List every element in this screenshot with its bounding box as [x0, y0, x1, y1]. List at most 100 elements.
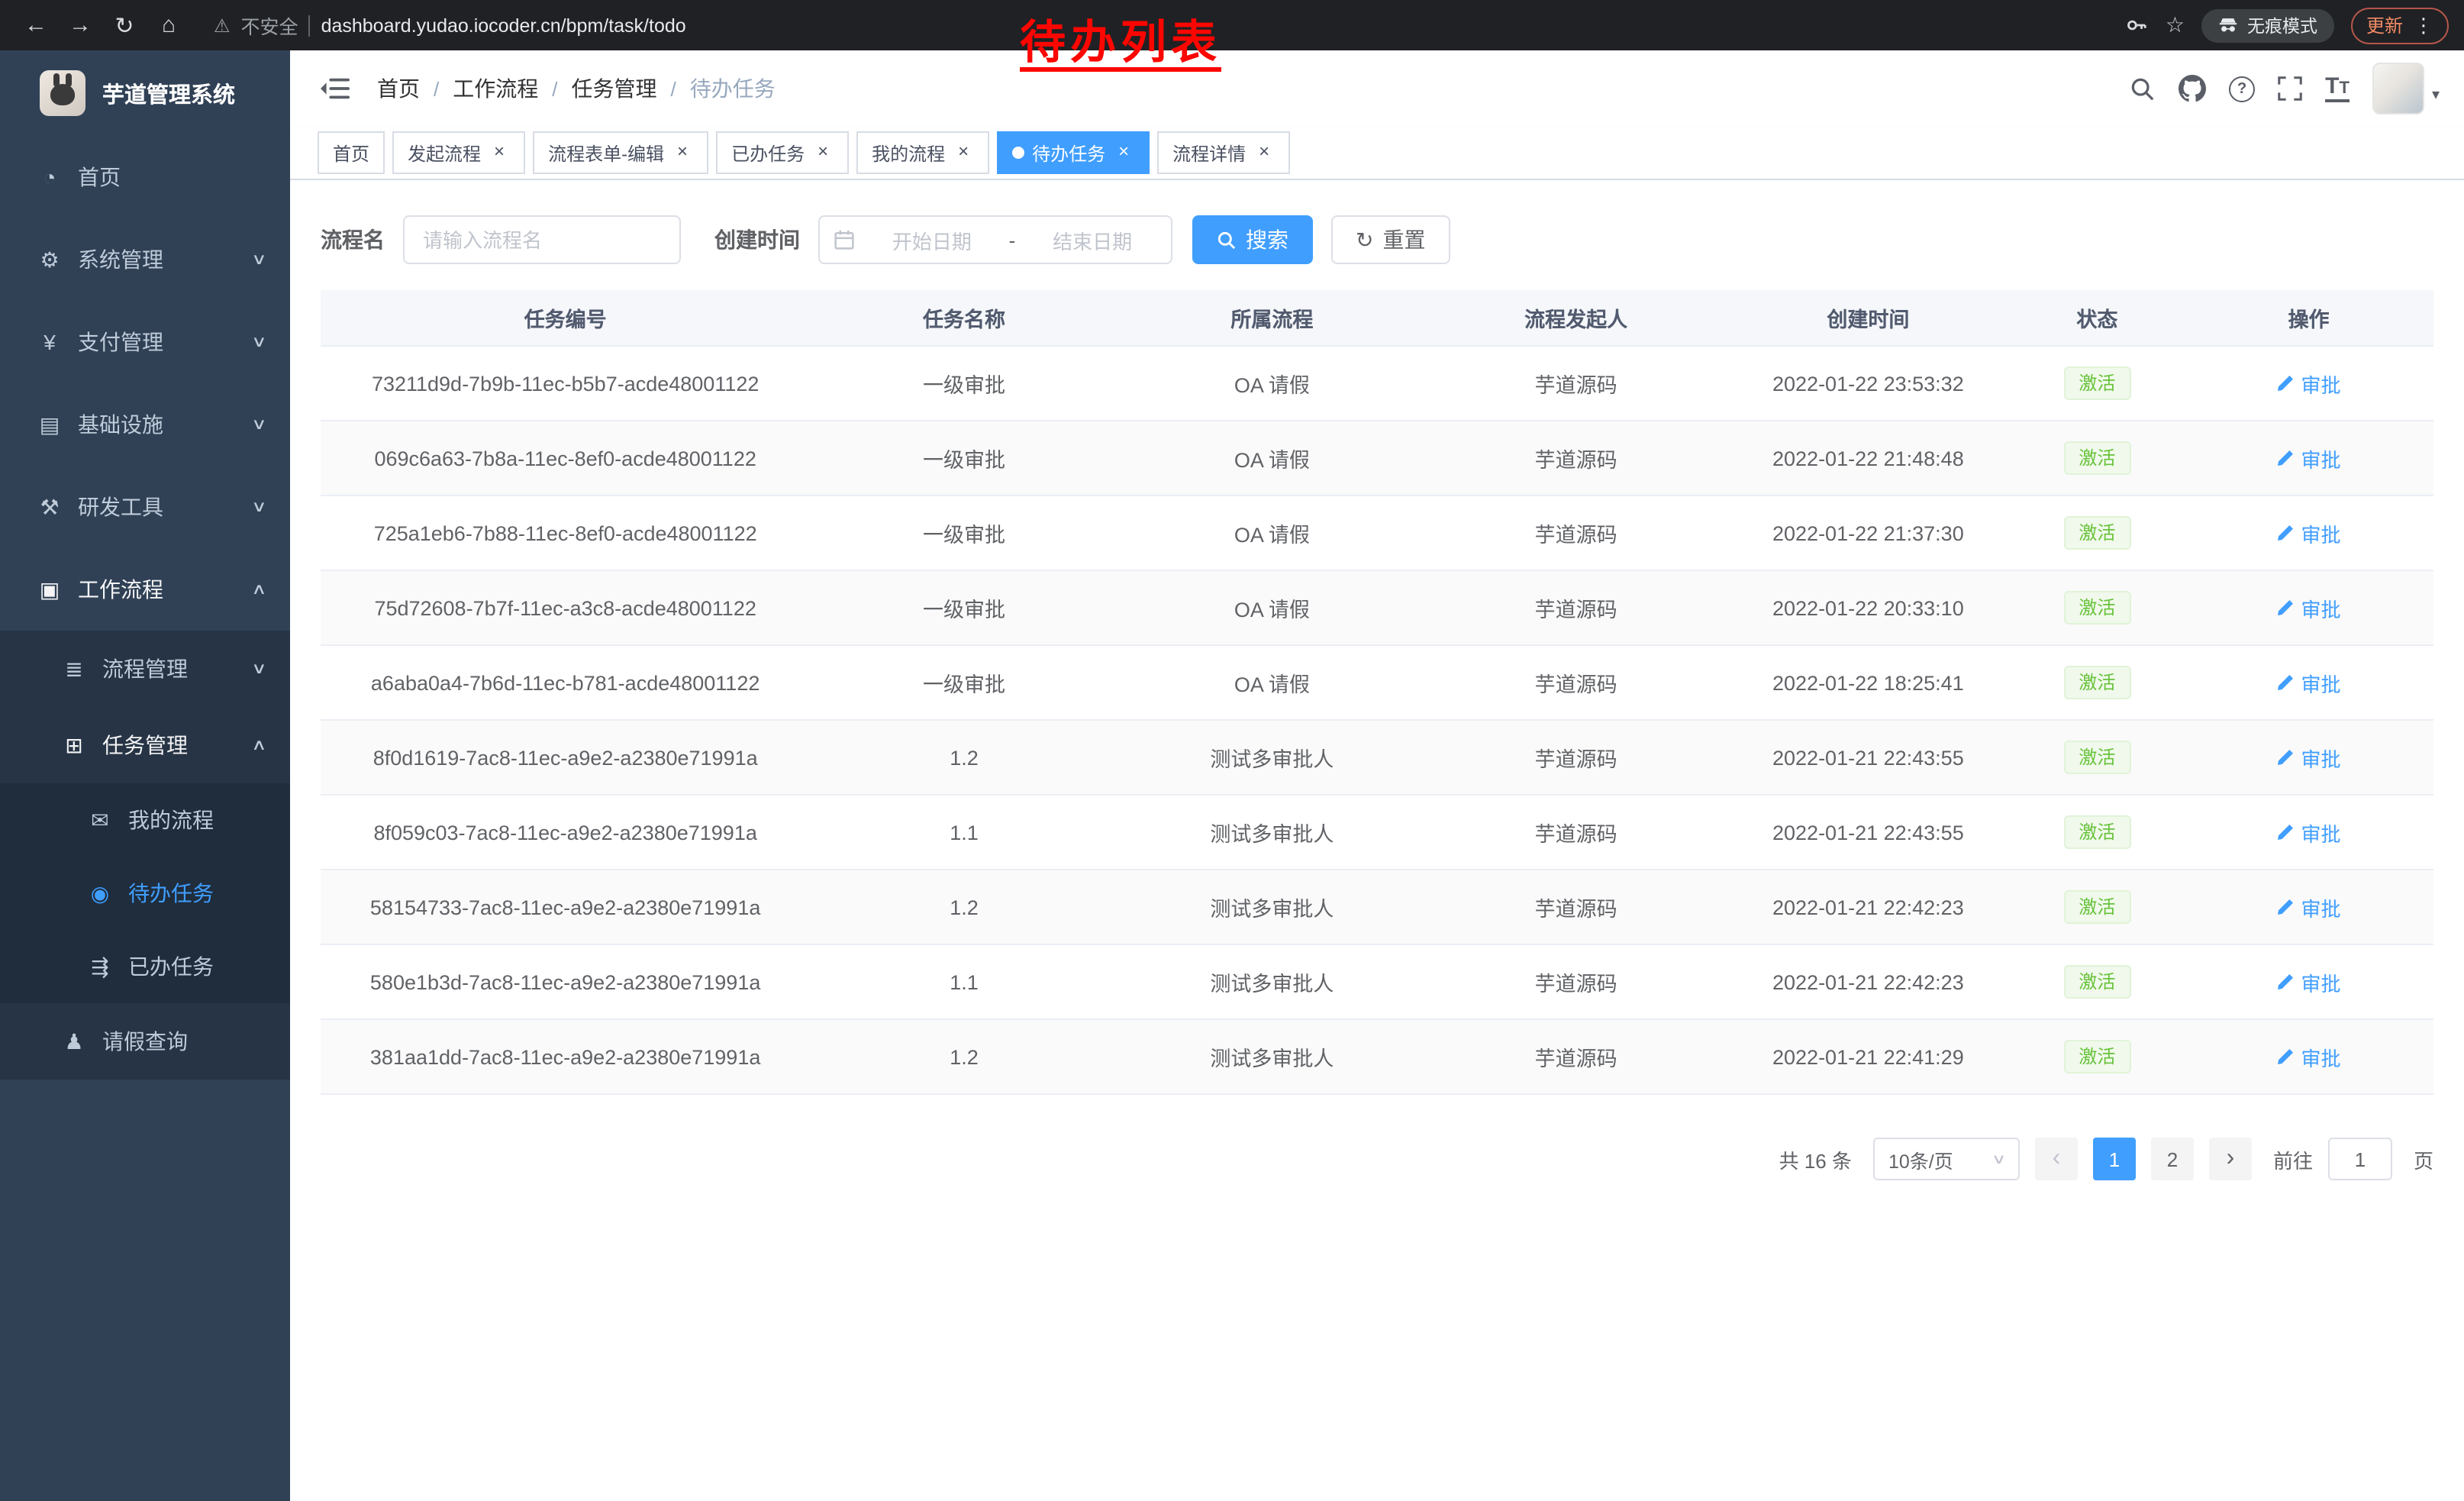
tab-0[interactable]: 首页 — [318, 131, 385, 174]
cell-task-name: 1.2 — [810, 870, 1118, 944]
approve-link[interactable]: 审批 — [2277, 444, 2341, 473]
approve-link[interactable]: 审批 — [2277, 893, 2341, 922]
sidebar-item-3[interactable]: ▤基础设施∨ — [0, 383, 290, 466]
user-menu[interactable]: ▾ — [2372, 63, 2440, 115]
incognito-label: 无痕模式 — [2247, 13, 2317, 37]
close-icon[interactable]: × — [812, 142, 834, 163]
breadcrumb-item-1[interactable]: 工作流程 — [453, 73, 538, 104]
help-icon[interactable]: ? — [2229, 76, 2255, 102]
breadcrumb-item-0[interactable]: 首页 — [377, 73, 420, 104]
sidebar-logo-row[interactable]: 芋道管理系统 — [0, 50, 290, 136]
tab-3[interactable]: 已办任务× — [716, 131, 849, 174]
refresh-icon: ↻ — [1356, 229, 1373, 250]
chevron-down-icon: ∨ — [250, 660, 266, 677]
sidebar-item-7[interactable]: ⊞任务管理∧ — [0, 707, 290, 783]
page-size-select[interactable]: 10条/页 ∨ — [1873, 1138, 2020, 1180]
approve-link[interactable]: 审批 — [2277, 967, 2341, 996]
cell-action: 审批 — [2184, 870, 2433, 944]
cell-status: 激活 — [2011, 346, 2185, 421]
cell-status: 激活 — [2011, 795, 2185, 870]
sidebar-item-label: 请假查询 — [102, 1026, 188, 1057]
approve-link[interactable]: 审批 — [2277, 369, 2341, 398]
workflow-icon: ▣ — [37, 576, 63, 602]
breadcrumb-item-2[interactable]: 任务管理 — [572, 73, 657, 104]
search-icon[interactable] — [2130, 76, 2156, 102]
sidebar-item-8[interactable]: ✉ 我的流程 — [0, 783, 290, 857]
cell-create-time: 2022-01-21 22:42:23 — [1726, 870, 2010, 944]
cell-process: OA 请假 — [1118, 421, 1426, 495]
chat-icon: ✉ — [87, 807, 113, 833]
approve-label: 审批 — [2301, 668, 2341, 697]
reload-icon[interactable]: ↻ — [104, 5, 145, 46]
process-name-input[interactable] — [403, 215, 681, 264]
close-icon[interactable]: × — [1113, 142, 1134, 163]
back-icon[interactable]: ← — [15, 5, 56, 46]
cell-task-name: 一级审批 — [810, 495, 1118, 570]
sidebar-item-9[interactable]: ◉待办任务 — [0, 857, 290, 930]
sidebar-collapse-button[interactable] — [314, 76, 356, 101]
approve-link[interactable]: 审批 — [2277, 743, 2341, 772]
tab-5[interactable]: 待办任务× — [997, 131, 1150, 174]
sidebar-item-2[interactable]: ¥支付管理∨ — [0, 301, 290, 383]
close-icon[interactable]: × — [1253, 142, 1275, 163]
close-icon[interactable]: × — [672, 142, 693, 163]
font-size-icon[interactable]: TT — [2325, 75, 2350, 102]
avatar[interactable] — [2372, 63, 2424, 115]
reset-button[interactable]: ↻ 重置 — [1331, 215, 1450, 264]
sidebar-item-0[interactable]: ◔首页 — [0, 136, 290, 218]
cell-starter: 芋道源码 — [1426, 944, 1726, 1019]
menu-dots-icon[interactable]: ⋮ — [2414, 13, 2433, 37]
sidebar-item-5[interactable]: ▣工作流程∧ — [0, 548, 290, 631]
sidebar-item-1[interactable]: ⚙系统管理∨ — [0, 218, 290, 301]
start-date-placeholder: 开始日期 — [867, 225, 997, 254]
sidebar-item-label: 我的流程 — [128, 805, 214, 835]
page-content: 流程名 创建时间 开始日期 - 结束日期 — [290, 180, 2464, 1501]
tab-1[interactable]: 发起流程× — [392, 131, 525, 174]
column-header-6: 操作 — [2184, 290, 2433, 346]
tab-2[interactable]: 流程表单-编辑× — [533, 131, 708, 174]
cell-starter: 芋道源码 — [1426, 720, 1726, 795]
approve-link[interactable]: 审批 — [2277, 668, 2341, 697]
forward-icon[interactable]: → — [60, 5, 101, 46]
eye-icon: ◉ — [87, 880, 113, 906]
sidebar-item-10[interactable]: ⇶已办任务 — [0, 930, 290, 1003]
close-icon[interactable]: × — [489, 142, 510, 163]
breadcrumb-separator: / — [552, 77, 557, 100]
bookmark-star-icon[interactable]: ☆ — [2166, 12, 2185, 38]
status-badge: 激活 — [2063, 591, 2130, 625]
search-button[interactable]: 搜索 — [1192, 215, 1313, 264]
page-size-value: 10条/页 — [1888, 1144, 1953, 1173]
close-icon[interactable]: × — [953, 142, 974, 163]
next-page-button[interactable]: › — [2209, 1138, 2252, 1180]
approve-link[interactable]: 审批 — [2277, 1042, 2341, 1071]
approve-link[interactable]: 审批 — [2277, 518, 2341, 547]
approve-link[interactable]: 审批 — [2277, 818, 2341, 847]
page-button-2[interactable]: 2 — [2151, 1138, 2194, 1180]
breadcrumb-separator: / — [671, 77, 676, 100]
update-button[interactable]: 更新 ⋮ — [2351, 7, 2449, 44]
home-icon[interactable]: ⌂ — [148, 5, 189, 46]
cell-action: 审批 — [2184, 720, 2433, 795]
cell-process: OA 请假 — [1118, 346, 1426, 421]
sidebar-item-11[interactable]: ♟ 请假查询 — [0, 1003, 290, 1080]
table-row: 8f059c03-7ac8-11ec-a9e2-a2380e71991a1.1测… — [321, 795, 2433, 870]
github-icon[interactable] — [2179, 75, 2206, 102]
approve-link[interactable]: 审批 — [2277, 593, 2341, 622]
sidebar-item-label: 基础设施 — [78, 409, 163, 440]
person-icon: ♟ — [61, 1028, 87, 1054]
date-range-picker[interactable]: 开始日期 - 结束日期 — [818, 215, 1172, 264]
address-bar[interactable]: ⚠ 不安全 dashboard.yudao.iocoder.cn/bpm/tas… — [214, 11, 686, 40]
chevron-down-icon: ∨ — [1992, 1151, 2007, 1167]
tab-4[interactable]: 我的流程× — [856, 131, 989, 174]
sidebar-item-6[interactable]: ≣流程管理∨ — [0, 631, 290, 707]
fullscreen-icon[interactable] — [2278, 76, 2302, 101]
page-button-1[interactable]: 1 — [2093, 1138, 2136, 1180]
prev-page-button[interactable]: ‹ — [2035, 1138, 2078, 1180]
tab-6[interactable]: 流程详情× — [1157, 131, 1290, 174]
goto-page-input[interactable] — [2328, 1138, 2392, 1180]
cell-process: 测试多审批人 — [1118, 795, 1426, 870]
column-header-3: 流程发起人 — [1426, 290, 1726, 346]
sidebar-item-4[interactable]: ⚒研发工具∨ — [0, 466, 290, 548]
key-icon[interactable] — [2126, 14, 2149, 37]
table-row: 069c6a63-7b8a-11ec-8ef0-acde48001122一级审批… — [321, 421, 2433, 495]
